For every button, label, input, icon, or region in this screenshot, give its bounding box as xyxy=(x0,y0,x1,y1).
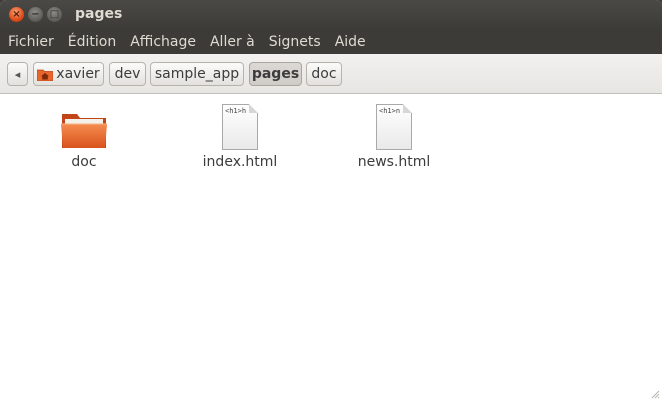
breadcrumb-label: pages xyxy=(251,66,300,82)
menu-edition[interactable]: Édition xyxy=(61,30,123,54)
window-title: pages xyxy=(75,6,123,22)
home-folder-icon xyxy=(36,68,54,81)
breadcrumb-doc[interactable]: doc xyxy=(306,62,342,86)
maximize-icon: □ xyxy=(49,8,60,20)
file-name: doc xyxy=(71,154,97,170)
minimize-icon: − xyxy=(31,8,40,20)
file-name: index.html xyxy=(202,154,278,170)
location-bar: ◂ xavier dev sample_app pages doc xyxy=(0,54,662,94)
file-view[interactable]: doc <h1>h index.html <h1>n news.html xyxy=(0,94,662,401)
title-bar[interactable]: × − □ pages xyxy=(0,0,662,30)
breadcrumb-label: doc xyxy=(311,66,337,82)
close-button[interactable]: × xyxy=(9,7,24,22)
folder-icon xyxy=(61,114,107,148)
close-icon: × xyxy=(12,8,21,20)
breadcrumb-xavier[interactable]: xavier xyxy=(33,62,104,86)
breadcrumb-label: dev xyxy=(114,66,141,82)
file-item-news-html[interactable]: <h1>n news.html xyxy=(334,102,454,170)
menu-aller-a[interactable]: Aller à xyxy=(203,30,262,54)
html-file-icon: <h1>h xyxy=(222,104,258,150)
file-name: news.html xyxy=(357,154,431,170)
breadcrumb-pages[interactable]: pages xyxy=(249,62,302,86)
file-item-index-html[interactable]: <h1>h index.html xyxy=(180,102,300,170)
breadcrumb-label: sample_app xyxy=(154,66,240,82)
menu-fichier[interactable]: Fichier xyxy=(0,30,61,54)
back-button[interactable]: ◂ xyxy=(7,62,28,86)
menu-bar: Fichier Édition Affichage Aller à Signet… xyxy=(0,30,662,54)
breadcrumb-sample-app[interactable]: sample_app xyxy=(150,62,244,86)
minimize-button[interactable]: − xyxy=(28,7,43,22)
html-file-icon: <h1>n xyxy=(376,104,412,150)
breadcrumb-label: xavier xyxy=(56,66,100,82)
file-manager-window: × − □ pages Fichier Édition Affichage Al… xyxy=(0,0,662,401)
menu-aide[interactable]: Aide xyxy=(328,30,373,54)
menu-affichage[interactable]: Affichage xyxy=(123,30,203,54)
resize-grip-icon[interactable] xyxy=(650,389,660,399)
back-arrow-icon: ◂ xyxy=(14,67,21,81)
maximize-button[interactable]: □ xyxy=(47,7,62,22)
menu-signets[interactable]: Signets xyxy=(262,30,328,54)
breadcrumb-dev[interactable]: dev xyxy=(109,62,146,86)
file-item-doc[interactable]: doc xyxy=(24,102,144,170)
file-preview-text: <h1>h xyxy=(225,107,247,115)
file-preview-text: <h1>n xyxy=(379,107,401,115)
